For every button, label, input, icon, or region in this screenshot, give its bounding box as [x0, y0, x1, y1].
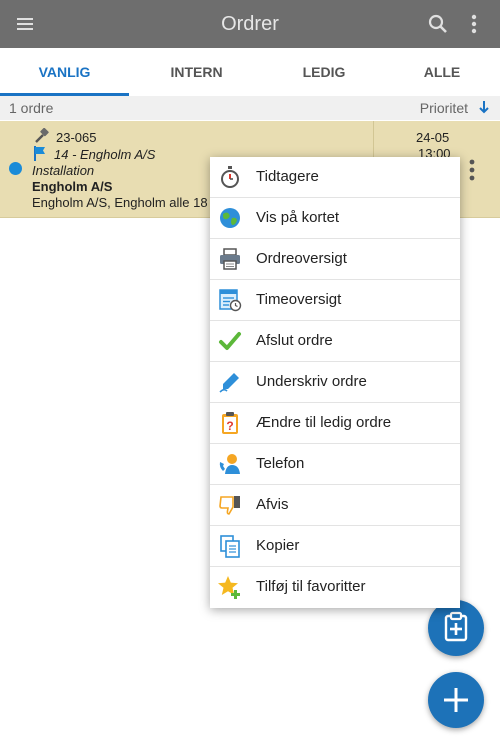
- status-dot: [9, 162, 22, 175]
- sort-label[interactable]: Prioritet: [420, 100, 468, 116]
- row-more-icon[interactable]: [466, 159, 478, 181]
- more-vert-icon[interactable]: [462, 12, 486, 36]
- add-order-button[interactable]: [428, 672, 484, 728]
- arrow-down-icon[interactable]: [478, 99, 490, 115]
- context-menu: Tidtagere Vis på kortet Ordreoversigt Ti…: [210, 157, 460, 608]
- menu-item-label: Timeoversigt: [256, 291, 342, 308]
- menu-item-label: Ændre til ledig ordre: [256, 414, 392, 431]
- order-address: Engholm A/S, Engholm alle 18: [32, 195, 208, 210]
- checkmark-icon: [219, 332, 241, 350]
- order-date: 24-05: [416, 130, 450, 145]
- menu-item-timeoversigt[interactable]: Timeoversigt: [210, 280, 460, 321]
- plus-icon: [444, 688, 468, 712]
- globe-icon: [220, 208, 240, 228]
- order-name: Engholm A/S: [32, 179, 113, 194]
- menu-item-label: Ordreoversigt: [256, 250, 347, 267]
- menu-item-tilfoej-favoritter[interactable]: Tilføj til favoritter: [210, 567, 460, 607]
- tab-alle[interactable]: ALLE: [384, 48, 500, 96]
- menu-item-afvis[interactable]: Afvis: [210, 485, 460, 526]
- menu-item-label: Afvis: [256, 496, 289, 513]
- phone-contact-icon: [219, 454, 240, 474]
- tab-bar: VANLIG INTERN LEDIG ALLE: [0, 48, 500, 97]
- menu-item-label: Telefon: [256, 455, 305, 472]
- menu-item-ordreoversigt[interactable]: Ordreoversigt: [210, 239, 460, 280]
- menu-item-kopier[interactable]: Kopier: [210, 526, 460, 567]
- tab-ledig[interactable]: LEDIG: [264, 48, 384, 96]
- list-header: 1 ordre Prioritet: [0, 96, 500, 120]
- star-add-icon: [218, 576, 240, 599]
- clipboard-add-button[interactable]: [428, 600, 484, 656]
- copy-icon: [220, 535, 240, 558]
- menu-item-vis-paa-kortet[interactable]: Vis på kortet: [210, 198, 460, 239]
- svg-text:?: ?: [226, 419, 233, 433]
- order-customer-line: 14 - Engholm A/S: [54, 147, 156, 162]
- pen-icon: [219, 373, 239, 393]
- order-count: 1 ordre: [9, 100, 54, 116]
- menu-item-underskriv-ordre[interactable]: Underskriv ordre: [210, 362, 460, 403]
- menu-item-afslut-ordre[interactable]: Afslut ordre: [210, 321, 460, 362]
- menu-item-label: Tidtagere: [256, 168, 319, 185]
- menu-item-aendre-til-ledig[interactable]: ? Ændre til ledig ordre: [210, 403, 460, 444]
- menu-item-tidtagere[interactable]: Tidtagere: [210, 157, 460, 198]
- flag-icon: [34, 146, 45, 161]
- timesheet-icon: [219, 289, 242, 312]
- thumbs-down-icon: [219, 496, 240, 515]
- stopwatch-icon: [221, 166, 239, 188]
- menu-item-label: Underskriv ordre: [256, 373, 367, 390]
- tab-intern[interactable]: INTERN: [129, 48, 264, 96]
- search-icon[interactable]: [426, 12, 450, 36]
- clipboard-question-icon: ?: [222, 412, 238, 434]
- clipboard-add-icon: [444, 611, 468, 642]
- page-title: Ordrer: [221, 13, 279, 35]
- menu-item-label: Kopier: [256, 537, 300, 554]
- app-bar: Ordrer: [0, 0, 500, 48]
- menu-item-label: Afslut ordre: [256, 332, 333, 349]
- tab-vanlig[interactable]: VANLIG: [0, 48, 129, 96]
- hammer-icon: [35, 128, 49, 143]
- printer-icon: [220, 248, 240, 270]
- order-type: Installation: [32, 163, 95, 178]
- menu-item-telefon[interactable]: Telefon: [210, 444, 460, 485]
- order-number: 23-065: [56, 130, 97, 145]
- menu-item-label: Tilføj til favoritter: [256, 578, 366, 595]
- menu-item-label: Vis på kortet: [256, 209, 340, 226]
